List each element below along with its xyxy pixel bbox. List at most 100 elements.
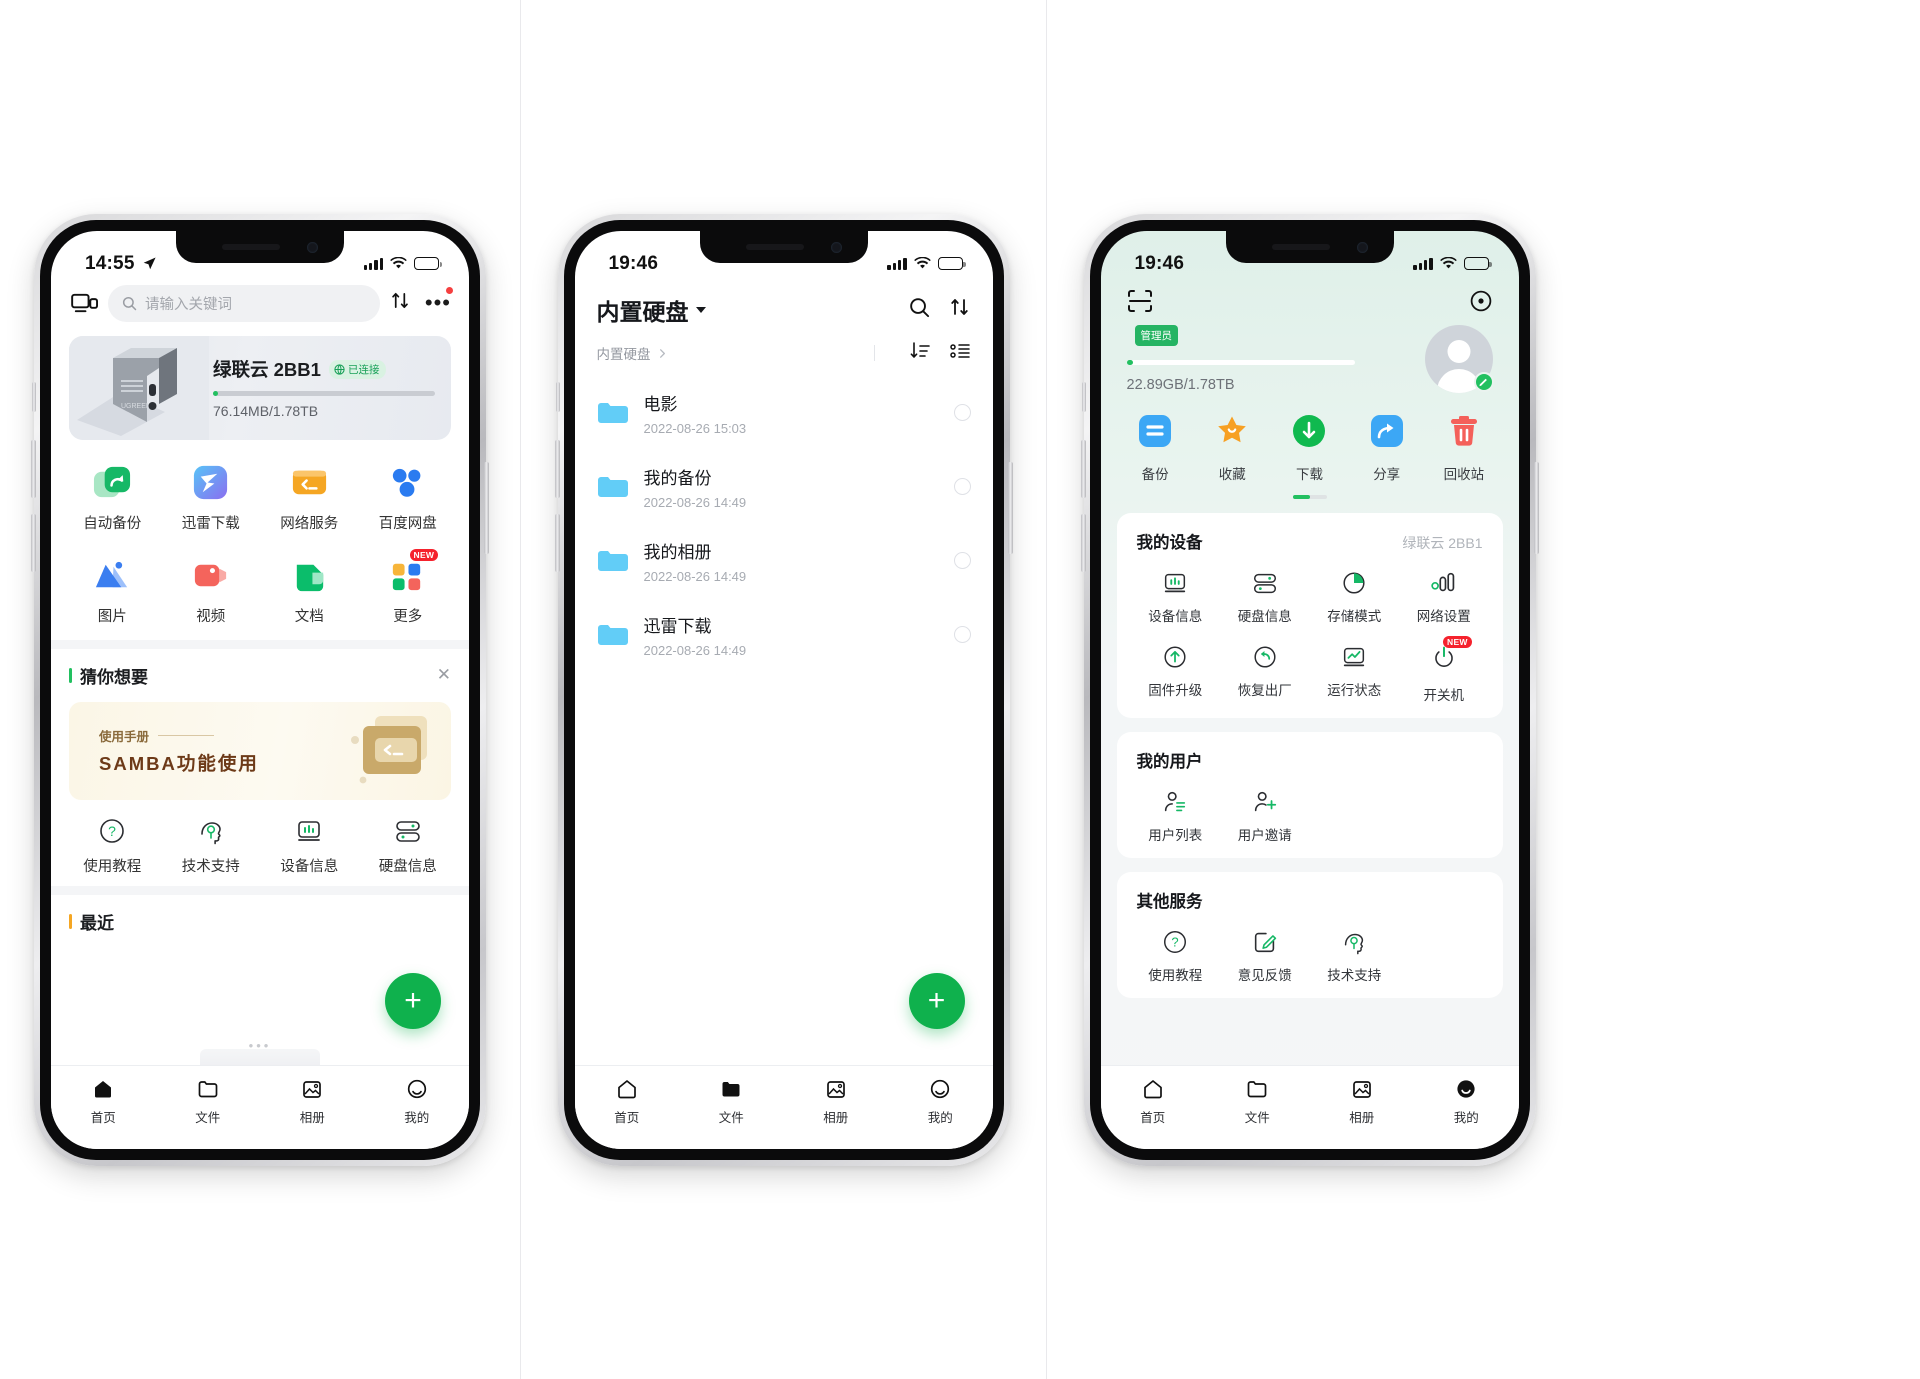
file-row[interactable]: 我的备份 2022-08-26 14:49 [597, 450, 971, 524]
tab-home[interactable]: 首页 [575, 1077, 680, 1126]
device-item-firmware[interactable]: 固件升级 [1131, 643, 1221, 704]
add-button[interactable]: + [385, 972, 441, 1029]
files-header-actions [908, 296, 971, 324]
user-item-list[interactable]: 用户列表 [1131, 788, 1221, 844]
tab-album[interactable]: 相册 [784, 1077, 889, 1126]
user-name-row: 管理员 [1127, 324, 1355, 346]
mute-switch[interactable] [1081, 381, 1086, 412]
tab-album[interactable]: 相册 [1310, 1077, 1415, 1126]
tab-home[interactable]: 首页 [51, 1077, 156, 1126]
mute-switch[interactable] [32, 381, 36, 412]
user-item-invite[interactable]: 用户邀请 [1220, 788, 1310, 844]
phone-screen-2: 19:46 内置硬盘 内置硬盘 电影 2022-08-26 15:03 我的备份… [574, 230, 993, 1149]
volume-up-button[interactable] [554, 439, 560, 498]
tab-files[interactable]: 文件 [156, 1077, 261, 1126]
device-item-storage-mode[interactable]: 存储模式 [1310, 569, 1400, 625]
tool-device-info[interactable]: 设备信息 [260, 816, 359, 876]
factory-reset-icon [1254, 645, 1276, 668]
volume-up-button[interactable] [1080, 439, 1086, 498]
search-input[interactable]: 请输入关键词 [108, 284, 380, 322]
thunder-download-icon [190, 462, 231, 503]
select-radio[interactable] [953, 552, 971, 569]
scan-code-icon[interactable] [1127, 289, 1153, 313]
power-button[interactable] [484, 461, 489, 554]
promo-banner[interactable]: 使用手册 SAMBA功能使用 [69, 701, 451, 800]
download-icon [1291, 413, 1327, 454]
files-title-group[interactable]: 内置硬盘 [597, 293, 706, 327]
close-icon[interactable]: ✕ [437, 665, 451, 685]
tab-label: 首页 [90, 1110, 116, 1125]
search-icon[interactable] [908, 296, 931, 324]
quick-share[interactable]: 分享 [1348, 413, 1425, 483]
tool-tutorial[interactable]: ? 使用教程 [63, 816, 162, 876]
device-item-factory-reset[interactable]: 恢复出厂 [1220, 643, 1310, 704]
device-item-power[interactable]: NEW 开关机 [1399, 635, 1489, 704]
more-dots-icon[interactable]: ••• [425, 287, 453, 314]
volume-down-button[interactable] [1080, 513, 1086, 572]
edit-pencil-icon[interactable] [1473, 371, 1494, 392]
app-video[interactable]: 视频 [162, 555, 261, 626]
tab-files[interactable]: 文件 [1205, 1077, 1310, 1126]
select-radio[interactable] [953, 404, 971, 421]
sort-descending-icon[interactable] [909, 341, 931, 366]
device-item-info[interactable]: 设备信息 [1131, 569, 1221, 625]
signal-bars-icon [1413, 257, 1433, 270]
tab-profile[interactable]: 我的 [888, 1077, 993, 1126]
select-radio[interactable] [953, 626, 971, 643]
promo-subtitle: 使用手册 [99, 726, 214, 745]
device-item-disk[interactable]: 硬盘信息 [1220, 569, 1310, 625]
quick-backup[interactable]: 备份 [1117, 413, 1194, 483]
quick-favorite[interactable]: 收藏 [1194, 413, 1271, 483]
volume-down-button[interactable] [554, 513, 560, 572]
tool-disk-info[interactable]: 硬盘信息 [359, 816, 458, 876]
tech-support-head-icon [196, 816, 226, 846]
file-date: 2022-08-26 15:03 [643, 420, 747, 436]
app-baidu-netdisk[interactable]: 百度网盘 [359, 462, 458, 533]
app-network-service[interactable]: 网络服务 [260, 462, 359, 533]
breadcrumb-item[interactable]: 内置硬盘 [597, 343, 668, 363]
recent-section-header: 最近 [51, 895, 469, 940]
list-view-icon[interactable] [949, 341, 971, 366]
tool-support[interactable]: 技术支持 [162, 816, 261, 876]
tab-profile[interactable]: 我的 [365, 1077, 470, 1126]
mute-switch[interactable] [555, 381, 560, 412]
service-item-support[interactable]: 技术支持 [1310, 928, 1400, 984]
service-item-feedback[interactable]: 意见反馈 [1220, 928, 1310, 984]
device-item-running-status[interactable]: 运行状态 [1310, 643, 1400, 704]
wifi-icon [913, 257, 931, 269]
quick-download[interactable]: 下载 [1271, 413, 1348, 483]
volume-down-button[interactable] [31, 513, 36, 572]
sort-icon[interactable] [390, 290, 411, 317]
volume-up-button[interactable] [31, 439, 36, 498]
app-photos[interactable]: 图片 [63, 555, 162, 626]
tab-album[interactable]: 相册 [260, 1077, 365, 1126]
tab-files[interactable]: 文件 [679, 1077, 784, 1126]
power-button[interactable] [1007, 461, 1013, 554]
service-item-tutorial[interactable]: ? 使用教程 [1131, 928, 1221, 984]
device-item-network[interactable]: 网络设置 [1399, 569, 1489, 625]
app-thunder-download[interactable]: 迅雷下载 [162, 462, 261, 533]
app-more[interactable]: NEW 更多 [359, 548, 458, 626]
home-icon [617, 1079, 636, 1098]
tab-home[interactable]: 首页 [1101, 1077, 1206, 1126]
avatar-wrap[interactable] [1424, 324, 1494, 393]
profile-icon [407, 1079, 426, 1098]
status-indicators [1413, 257, 1492, 270]
power-button[interactable] [1533, 461, 1539, 554]
quick-trash[interactable]: 回收站 [1425, 413, 1502, 483]
app-documents[interactable]: 文档 [260, 555, 359, 626]
file-row[interactable]: 我的相册 2022-08-26 14:49 [597, 524, 971, 598]
target-circle-icon[interactable] [1469, 289, 1493, 313]
cast-screen-icon[interactable] [71, 291, 98, 315]
file-row[interactable]: 迅雷下载 2022-08-26 14:49 [597, 598, 971, 672]
select-radio[interactable] [953, 478, 971, 495]
card-title: 其他服务 [1136, 892, 1203, 911]
sort-icon[interactable] [949, 296, 971, 323]
file-row[interactable]: 电影 2022-08-26 15:03 [597, 376, 971, 450]
tab-profile[interactable]: 我的 [1414, 1077, 1519, 1126]
app-auto-backup[interactable]: 自动备份 [63, 462, 162, 533]
device-card[interactable]: UGREEN 绿联云 2BB1 已连接 76.14MB/1.78TB [69, 335, 451, 440]
device-meta: 绿联云 2BB1 已连接 76.14MB/1.78TB [209, 356, 435, 419]
carousel-pager[interactable] [1292, 494, 1327, 499]
add-button[interactable]: + [908, 972, 965, 1029]
